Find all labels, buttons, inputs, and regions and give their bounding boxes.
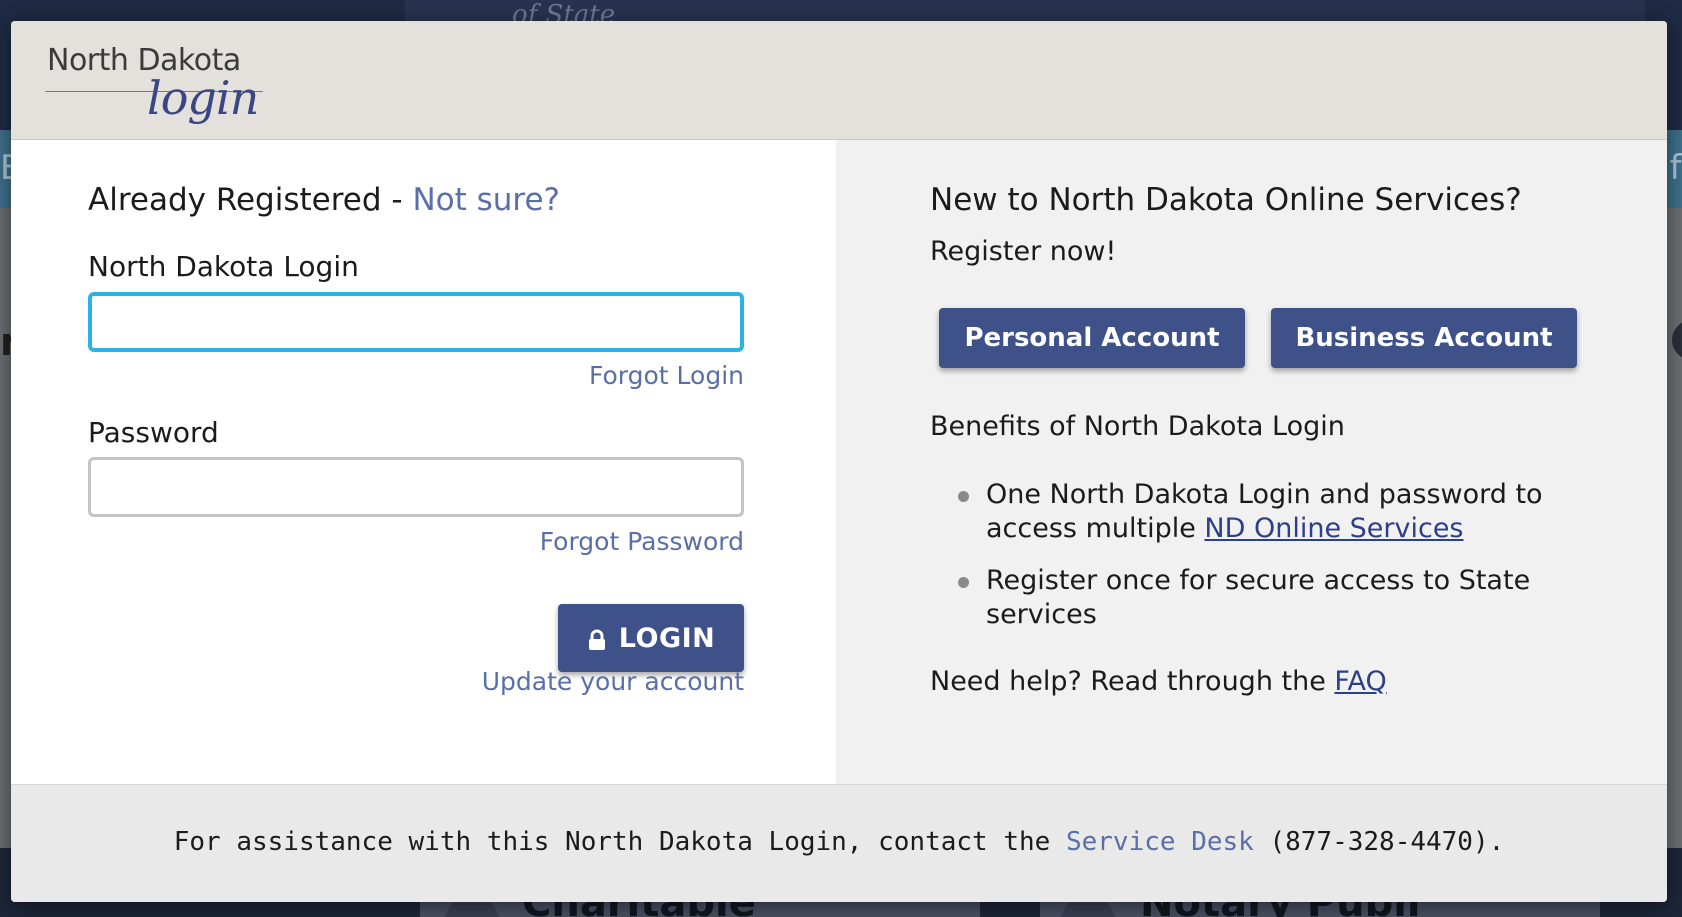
faq-link[interactable]: FAQ — [1334, 666, 1386, 697]
login-panel: Already Registered - Not sure? North Dak… — [11, 140, 836, 784]
register-now-text: Register now! — [930, 236, 1117, 267]
service-desk-phone: (877-328-4470). — [1253, 827, 1505, 857]
lock-icon — [587, 627, 607, 650]
new-user-heading: New to North Dakota Online Services? — [930, 182, 1522, 218]
password-label: Password — [88, 416, 219, 449]
forgot-login-link[interactable]: Forgot Login — [589, 361, 744, 390]
already-registered-text: Already Registered - — [88, 182, 413, 218]
assistance-text-before: For assistance with this North Dakota Lo… — [173, 827, 1066, 857]
login-label: North Dakota Login — [88, 250, 359, 283]
assistance-text: For assistance with this North Dakota Lo… — [11, 827, 1667, 857]
login-input[interactable] — [88, 292, 744, 352]
nd-login-logo: North Dakota login — [31, 39, 263, 129]
benefits-heading: Benefits of North Dakota Login — [930, 411, 1345, 442]
help-text: Need help? Read through the — [930, 666, 1335, 697]
modal-footer: For assistance with this North Dakota Lo… — [11, 784, 1667, 902]
modal-header: North Dakota login — [11, 21, 1667, 140]
bullet-icon — [958, 491, 969, 502]
register-panel: New to North Dakota Online Services? Reg… — [836, 140, 1667, 784]
bullet-icon — [958, 577, 969, 588]
login-modal: North Dakota login Already Registered - … — [11, 21, 1667, 902]
list-item: One North Dakota Login and password to a… — [930, 478, 1586, 546]
benefit-text: Register once for secure access to State… — [986, 565, 1531, 630]
help-text-line: Need help? Read through the FAQ — [930, 666, 1387, 697]
list-item: Register once for secure access to State… — [930, 564, 1586, 632]
personal-account-button[interactable]: Personal Account — [939, 308, 1245, 368]
login-button-label: LOGIN — [618, 622, 716, 654]
not-sure-link[interactable]: Not sure? — [412, 182, 560, 218]
logo-text-login: login — [147, 71, 259, 125]
already-registered-heading: Already Registered - Not sure? — [88, 182, 560, 218]
forgot-password-link[interactable]: Forgot Password — [540, 527, 744, 556]
nd-online-services-link[interactable]: ND Online Services — [1204, 513, 1463, 544]
login-button[interactable]: LOGIN — [558, 604, 744, 672]
password-input[interactable] — [88, 457, 744, 517]
service-desk-link[interactable]: Service Desk — [1066, 827, 1254, 857]
business-account-button[interactable]: Business Account — [1271, 308, 1577, 368]
update-account-link[interactable]: Update your account — [482, 667, 744, 696]
